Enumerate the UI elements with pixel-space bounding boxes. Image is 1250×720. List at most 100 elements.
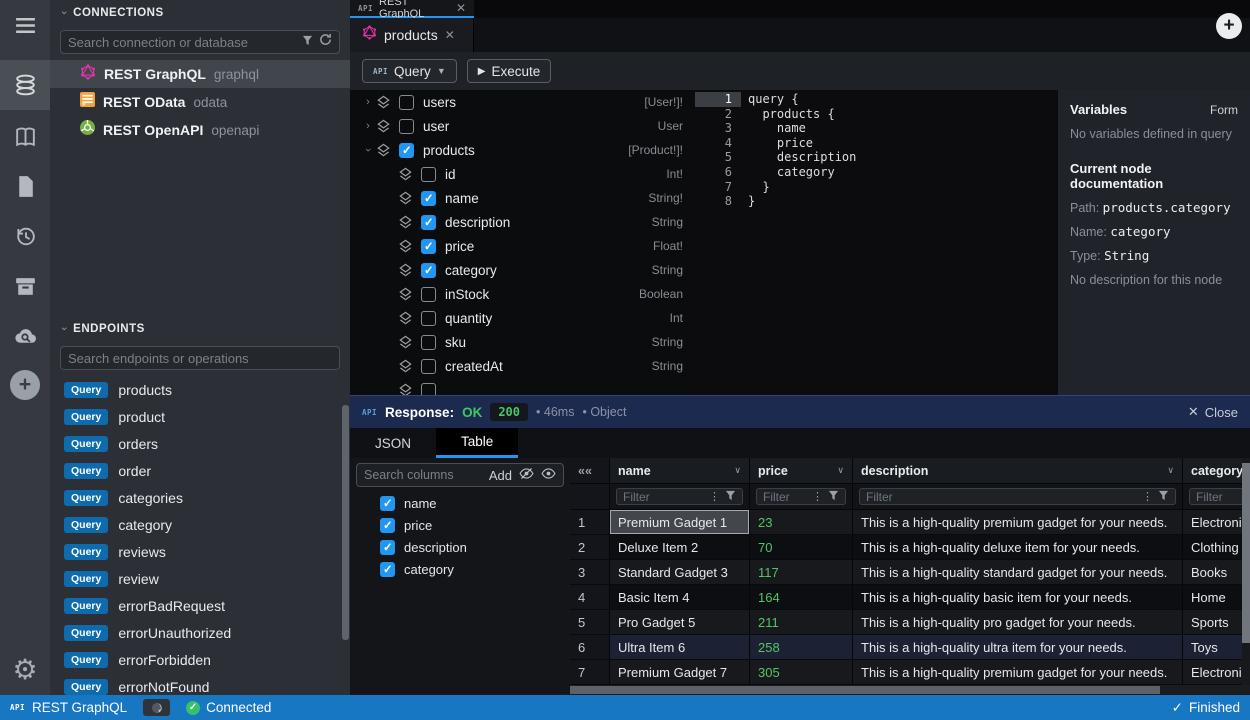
row-number[interactable]: 2 [570,535,610,559]
filter-input-description[interactable] [866,490,1137,504]
grid-cell-description[interactable]: This is a high-quality deluxe item for y… [853,535,1183,559]
tab-table[interactable]: Table [436,428,518,458]
endpoints-search-input[interactable] [68,351,332,366]
connections-search-input[interactable] [68,35,296,50]
grid-cell-category[interactable]: Electronics [1183,660,1250,684]
grid-header-price[interactable]: price∨ [750,458,853,483]
filter-input-category[interactable] [1196,490,1232,504]
field-checkbox[interactable] [399,95,414,110]
endpoint-item-reviews[interactable]: Queryreviews [50,538,350,565]
close-icon[interactable]: ✕ [456,1,466,15]
grid-cell-name[interactable]: Ultra Item 6 [610,635,750,659]
column-checkbox[interactable] [380,540,395,555]
archive-icon[interactable] [0,261,50,311]
tree-item-partial[interactable] [350,378,695,395]
grid-cell-name[interactable]: Pro Gadget 5 [610,610,750,634]
grid-header-category[interactable]: category∨ [1183,458,1250,483]
field-checkbox[interactable] [421,167,436,182]
new-tab-button[interactable]: + [1216,13,1242,39]
column-toggle-name[interactable]: name [350,492,570,514]
endpoints-header[interactable]: › ENDPOINTS [50,316,350,342]
grid-cell-description[interactable]: This is a high-quality ultra item for yo… [853,635,1183,659]
field-checkbox[interactable] [421,287,436,302]
kebab-icon[interactable]: ⋮ [1142,490,1153,503]
row-number[interactable]: 7 [570,660,610,684]
editor-line[interactable]: 7 } [695,180,1058,195]
tree-item-sku[interactable]: skuString [350,330,695,354]
endpoint-item-review[interactable]: Queryreview [50,565,350,592]
tab-json[interactable]: JSON [350,428,436,458]
response-close-button[interactable]: ✕Close [1188,404,1238,420]
editor-line[interactable]: 6 category [695,165,1058,180]
field-checkbox[interactable] [421,335,436,350]
grid-cell-name[interactable]: Deluxe Item 2 [610,535,750,559]
grid-cell-price[interactable]: 164 [750,585,853,609]
tree-item-id[interactable]: idInt! [350,162,695,186]
column-checkbox[interactable] [380,562,395,577]
column-checkbox[interactable] [380,518,395,533]
endpoint-item-product[interactable]: Queryproduct [50,403,350,430]
close-icon[interactable]: ✕ [445,28,455,42]
grid-vertical-scrollbar[interactable] [1242,463,1250,643]
grid-cell-description[interactable]: This is a high-quality standard gadget f… [853,560,1183,584]
database-icon[interactable] [0,60,50,110]
column-toggle-price[interactable]: price [350,514,570,536]
editor-line[interactable]: 2 products { [695,107,1058,122]
execute-button[interactable]: ▶ Execute [467,59,551,83]
endpoint-item-category[interactable]: Querycategory [50,511,350,538]
endpoint-item-errorNotFound[interactable]: QueryerrorNotFound [50,673,350,695]
filter-input-name[interactable] [623,490,704,504]
query-editor[interactable]: 1query {2 products {3 name4 price5 descr… [695,90,1058,395]
grid-cell-price[interactable]: 70 [750,535,853,559]
plus-circle-icon[interactable]: + [0,360,50,410]
theme-chip[interactable] [143,699,170,716]
grid-cell-category[interactable]: Books [1183,560,1250,584]
field-checkbox[interactable] [421,311,436,326]
endpoint-item-categories[interactable]: Querycategories [50,484,350,511]
column-toggle-description[interactable]: description [350,536,570,558]
grid-cell-name[interactable]: Premium Gadget 1 [610,510,750,534]
filter-icon[interactable] [828,489,839,504]
statusbar-connection[interactable]: API REST GraphQL [10,700,127,715]
expander-icon[interactable]: › [360,96,376,108]
filter-icon[interactable] [1158,489,1169,504]
field-checkbox[interactable] [399,143,414,158]
grid-cell-category[interactable]: Home [1183,585,1250,609]
refresh-icon[interactable] [319,33,332,51]
chevron-down-icon[interactable]: ∨ [734,465,741,476]
tree-item-inStock[interactable]: inStockBoolean [350,282,695,306]
editor-line[interactable]: 3 name [695,121,1058,136]
endpoint-item-errorForbidden[interactable]: QueryerrorForbidden [50,646,350,673]
tab-products[interactable]: products ✕ [350,18,474,52]
grid-cell-price[interactable]: 258 [750,635,853,659]
filter-input-price[interactable] [763,490,807,504]
row-number[interactable]: 6 [570,635,610,659]
field-checkbox[interactable] [421,383,436,396]
grid-header-name[interactable]: name∨ [610,458,750,483]
grid-horizontal-scrollbar[interactable] [570,686,1160,694]
tree-item-quantity[interactable]: quantityInt [350,306,695,330]
grid-collapse-button[interactable]: «« [570,458,610,483]
grid-cell-category[interactable]: Toys [1183,635,1250,659]
book-icon[interactable] [0,112,50,162]
field-checkbox[interactable] [421,359,436,374]
tree-item-description[interactable]: descriptionString [350,210,695,234]
history-icon[interactable] [0,211,50,261]
gear-icon[interactable]: ⚙ [0,645,50,695]
field-checkbox[interactable] [421,191,436,206]
column-search-input[interactable] [364,468,482,482]
grid-cell-name[interactable]: Basic Item 4 [610,585,750,609]
menu-icon[interactable] [0,0,50,50]
tree-item-category[interactable]: categoryString [350,258,695,282]
field-checkbox[interactable] [399,119,414,134]
query-type-button[interactable]: API Query ▼ [362,59,457,83]
file-icon[interactable] [0,161,50,211]
grid-cell-description[interactable]: This is a high-quality premium gadget fo… [853,510,1183,534]
grid-header-description[interactable]: description∨ [853,458,1183,483]
row-number[interactable]: 5 [570,610,610,634]
row-number[interactable]: 4 [570,585,610,609]
tree-item-price[interactable]: priceFloat! [350,234,695,258]
eye-off-icon[interactable] [519,466,534,484]
grid-cell-category[interactable]: Electronics [1183,510,1250,534]
tree-item-users[interactable]: ›users[User!]! [350,90,695,114]
